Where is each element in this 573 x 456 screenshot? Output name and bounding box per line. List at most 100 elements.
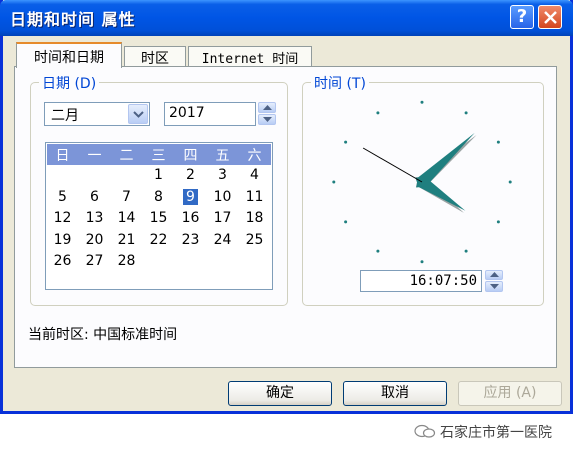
calendar-day-label: 16 xyxy=(181,210,200,226)
calendar-day-label: 21 xyxy=(117,231,136,248)
calendar-day[interactable]: 15 xyxy=(143,208,174,228)
calendar-day-label: 23 xyxy=(181,231,200,248)
time-spinner[interactable] xyxy=(485,270,503,292)
tab-label: Internet 时间 xyxy=(201,52,299,67)
calendar-day-label: 19 xyxy=(53,231,72,248)
calendar-day-label: 4 xyxy=(250,167,259,183)
calendar-day[interactable]: 12 xyxy=(47,208,78,228)
weekday-header: 二 xyxy=(119,148,134,164)
clock-hour-mark xyxy=(464,249,468,253)
clock-hour-mark xyxy=(332,180,336,184)
calendar-day-label: 9 xyxy=(183,188,198,205)
calendar-day[interactable]: 27 xyxy=(79,251,110,271)
calendar-day[interactable]: 1 xyxy=(143,165,174,185)
year-spinner[interactable] xyxy=(258,102,276,126)
weekday-header: 一 xyxy=(87,148,102,164)
tab-time-and-date[interactable]: 时间和日期 xyxy=(16,42,122,68)
calendar-day[interactable]: 6 xyxy=(79,187,110,207)
clock-hour-mark xyxy=(496,140,500,144)
calendar-day[interactable]: 3 xyxy=(207,165,238,185)
calendar-day[interactable]: 10 xyxy=(207,187,238,207)
calendar-day-label: 20 xyxy=(85,231,104,248)
calendar-day[interactable]: 18 xyxy=(239,208,270,228)
clock-hour-mark xyxy=(420,260,424,264)
clock-hour-mark xyxy=(344,220,348,224)
calendar[interactable]: 日一二三四五六 1 2 3 4 5 6 7 8 9 10 11 12 13 14 15 16 17 18 19 20 21… xyxy=(45,142,273,290)
dropdown-button[interactable] xyxy=(128,104,148,124)
calendar-day[interactable]: 24 xyxy=(207,230,238,250)
calendar-day-label: 28 xyxy=(117,253,136,269)
close-button[interactable] xyxy=(538,5,562,29)
calendar-day-label: 25 xyxy=(245,231,264,248)
weekday-header: 五 xyxy=(215,148,230,164)
calendar-day[interactable]: 14 xyxy=(111,208,142,228)
calendar-day-label: 14 xyxy=(117,210,136,226)
time-group-legend: 时间 (T) xyxy=(311,73,369,93)
calendar-day[interactable]: 11 xyxy=(239,187,270,207)
calendar-day[interactable]: 20 xyxy=(79,230,110,250)
calendar-day[interactable]: 19 xyxy=(47,230,78,250)
calendar-day-label: 6 xyxy=(90,188,99,205)
calendar-day[interactable]: 8 xyxy=(143,187,174,207)
calendar-day[interactable]: 21 xyxy=(111,230,142,250)
year-field[interactable]: 2017 xyxy=(164,102,256,126)
arrow-down-icon xyxy=(490,284,499,289)
calendar-day-label: 12 xyxy=(53,210,72,226)
calendar-day[interactable]: 16 xyxy=(175,208,206,228)
apply-button[interactable]: 应用 (A) xyxy=(458,381,562,406)
clock-hour-mark xyxy=(420,100,424,104)
clock-hour-mark xyxy=(376,249,380,253)
time-value: 16:07:50 xyxy=(409,273,477,289)
calendar-day[interactable]: 7 xyxy=(111,187,142,207)
watermark-text: 石家庄市第一医院 xyxy=(440,425,552,441)
year-value: 2017 xyxy=(169,105,205,121)
tab-label: 时区 xyxy=(141,51,169,67)
month-dropdown[interactable]: 二月 xyxy=(44,102,150,126)
current-timezone-label: 当前时区: 中国标准时间 xyxy=(28,327,178,343)
calendar-day-label: 22 xyxy=(149,231,168,248)
window-title: 日期和时间 属性 xyxy=(10,10,136,29)
clock-hour-mark xyxy=(508,180,512,184)
clock-hour-mark xyxy=(464,111,468,115)
calendar-day[interactable]: 22 xyxy=(143,230,174,250)
calendar-day[interactable]: 4 xyxy=(239,165,270,185)
time-spin-down[interactable] xyxy=(485,281,503,292)
calendar-day-label: 5 xyxy=(58,188,67,205)
time-field[interactable]: 16:07:50 xyxy=(360,270,482,292)
year-spin-up[interactable] xyxy=(258,102,276,113)
arrow-up-icon xyxy=(263,105,272,110)
calendar-day[interactable]: 28 xyxy=(111,251,142,271)
year-spin-down[interactable] xyxy=(258,114,276,125)
calendar-day[interactable]: 5 xyxy=(47,187,78,207)
calendar-day-label: 24 xyxy=(213,231,232,248)
weekday-header: 日 xyxy=(55,148,70,164)
time-spin-up[interactable] xyxy=(485,270,503,280)
tab-internet-time[interactable]: Internet 时间 xyxy=(188,46,312,67)
calendar-day[interactable]: 9 xyxy=(175,187,206,207)
calendar-day[interactable]: 25 xyxy=(239,230,270,250)
calendar-day[interactable]: 17 xyxy=(207,208,238,228)
weekday-header: 三 xyxy=(151,148,166,164)
date-group-legend: 日期 (D) xyxy=(39,73,100,93)
close-icon xyxy=(544,11,557,24)
help-button[interactable]: ? xyxy=(510,5,534,29)
title-bar[interactable]: 日期和时间 属性 ? xyxy=(0,0,573,36)
calendar-day[interactable]: 23 xyxy=(175,230,206,250)
tab-label: 时间和日期 xyxy=(34,50,104,66)
calendar-day[interactable]: 26 xyxy=(47,251,78,271)
calendar-day[interactable]: 2 xyxy=(175,165,206,185)
calendar-day-label: 3 xyxy=(218,167,227,183)
clock-hour-mark xyxy=(376,111,380,115)
clock-hour-mark xyxy=(344,140,348,144)
calendar-day[interactable]: 13 xyxy=(79,208,110,228)
clock-hour-mark xyxy=(496,220,500,224)
weekday-header: 四 xyxy=(183,148,198,164)
calendar-day-label: 7 xyxy=(122,188,131,205)
calendar-day-label: 2 xyxy=(186,167,195,183)
tab-timezone[interactable]: 时区 xyxy=(124,46,186,67)
ok-button[interactable]: 确定 xyxy=(228,381,332,406)
clock-minute-hand xyxy=(416,132,475,188)
cancel-button[interactable]: 取消 xyxy=(343,381,447,406)
arrow-down-icon xyxy=(263,117,272,122)
calendar-day-label: 13 xyxy=(85,210,104,226)
